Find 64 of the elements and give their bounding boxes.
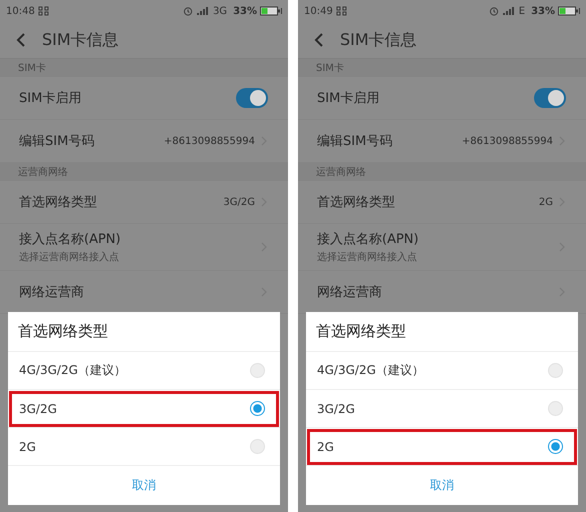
toggle-switch[interactable]	[534, 88, 566, 108]
radio-button[interactable]	[250, 401, 265, 416]
section-header: 运营商网络	[316, 166, 366, 179]
radio-option[interactable]: 4G/3G/2G（建议）	[306, 352, 578, 390]
back-icon[interactable]	[16, 33, 26, 47]
signal-icon	[502, 6, 516, 16]
option-label: 4G/3G/2G（建议）	[19, 362, 126, 379]
option-label: 3G/2G	[317, 402, 355, 416]
radio-option[interactable]: 3G/2G	[8, 390, 280, 428]
battery-percent: 33%	[531, 6, 555, 16]
row-label: SIM卡启用	[317, 90, 380, 107]
option-label: 2G	[317, 440, 334, 454]
row-label: 编辑SIM号码	[317, 133, 394, 150]
row-label: SIM卡启用	[19, 90, 82, 107]
battery-percent: 33%	[233, 6, 257, 16]
row-label: 首选网络类型	[19, 194, 98, 211]
row-label: 接入点名称(APN)	[317, 231, 420, 248]
row-value: +8613098855994	[164, 136, 255, 146]
radio-option[interactable]: 2G	[8, 428, 280, 466]
toggle-switch[interactable]	[236, 88, 268, 108]
notification-icon	[336, 6, 347, 16]
notification-icon	[38, 6, 49, 16]
alarm-icon	[182, 6, 193, 16]
option-label: 2G	[19, 440, 36, 454]
settings-row[interactable]: 首选网络类型 2G	[298, 181, 586, 224]
row-value: 2G	[538, 196, 553, 208]
row-label: 编辑SIM号码	[19, 133, 96, 150]
row-value: 3G/2G	[223, 196, 255, 208]
option-label: 4G/3G/2G（建议）	[317, 362, 424, 379]
row-label: 网络运营商	[317, 284, 383, 301]
page-title: SIM卡信息	[42, 30, 119, 50]
option-label: 3G/2G	[19, 402, 57, 416]
battery-icon	[260, 6, 282, 16]
status-time: 10:49	[304, 6, 333, 16]
battery-icon	[558, 6, 580, 16]
row-label: 首选网络类型	[317, 194, 396, 211]
dialog-title: 首选网络类型	[8, 312, 280, 352]
settings-row[interactable]: 接入点名称(APN) 选择运营商网络接入点	[298, 224, 586, 271]
signal-icon	[196, 6, 210, 16]
section-header: SIM卡	[316, 62, 344, 75]
page-title: SIM卡信息	[340, 30, 417, 50]
settings-row[interactable]: SIM卡启用	[298, 77, 586, 120]
radio-option[interactable]: 3G/2G	[306, 390, 578, 428]
back-icon[interactable]	[314, 33, 324, 47]
cancel-button[interactable]: 取消	[118, 471, 170, 500]
section-header: 运营商网络	[18, 166, 68, 179]
row-subtitle: 选择运营商网络接入点	[317, 250, 418, 264]
row-subtitle: 选择运营商网络接入点	[19, 250, 120, 264]
network-type: 3G	[212, 6, 228, 16]
dialog-title: 首选网络类型	[306, 312, 578, 352]
settings-row[interactable]: 接入点名称(APN) 选择运营商网络接入点	[0, 224, 288, 271]
radio-button[interactable]	[548, 439, 563, 454]
settings-row[interactable]: 首选网络类型 3G/2G	[0, 181, 288, 224]
settings-row[interactable]: SIM卡启用	[0, 77, 288, 120]
status-time: 10:48	[6, 6, 35, 16]
row-value: +8613098855994	[462, 136, 553, 146]
radio-option[interactable]: 2G	[306, 428, 578, 466]
section-header: SIM卡	[18, 62, 46, 75]
radio-option[interactable]: 4G/3G/2G（建议）	[8, 352, 280, 390]
row-label: 网络运营商	[19, 284, 85, 301]
network-type: E	[518, 6, 526, 16]
alarm-icon	[488, 6, 499, 16]
row-label: 接入点名称(APN)	[19, 231, 122, 248]
cancel-button[interactable]: 取消	[416, 471, 468, 500]
